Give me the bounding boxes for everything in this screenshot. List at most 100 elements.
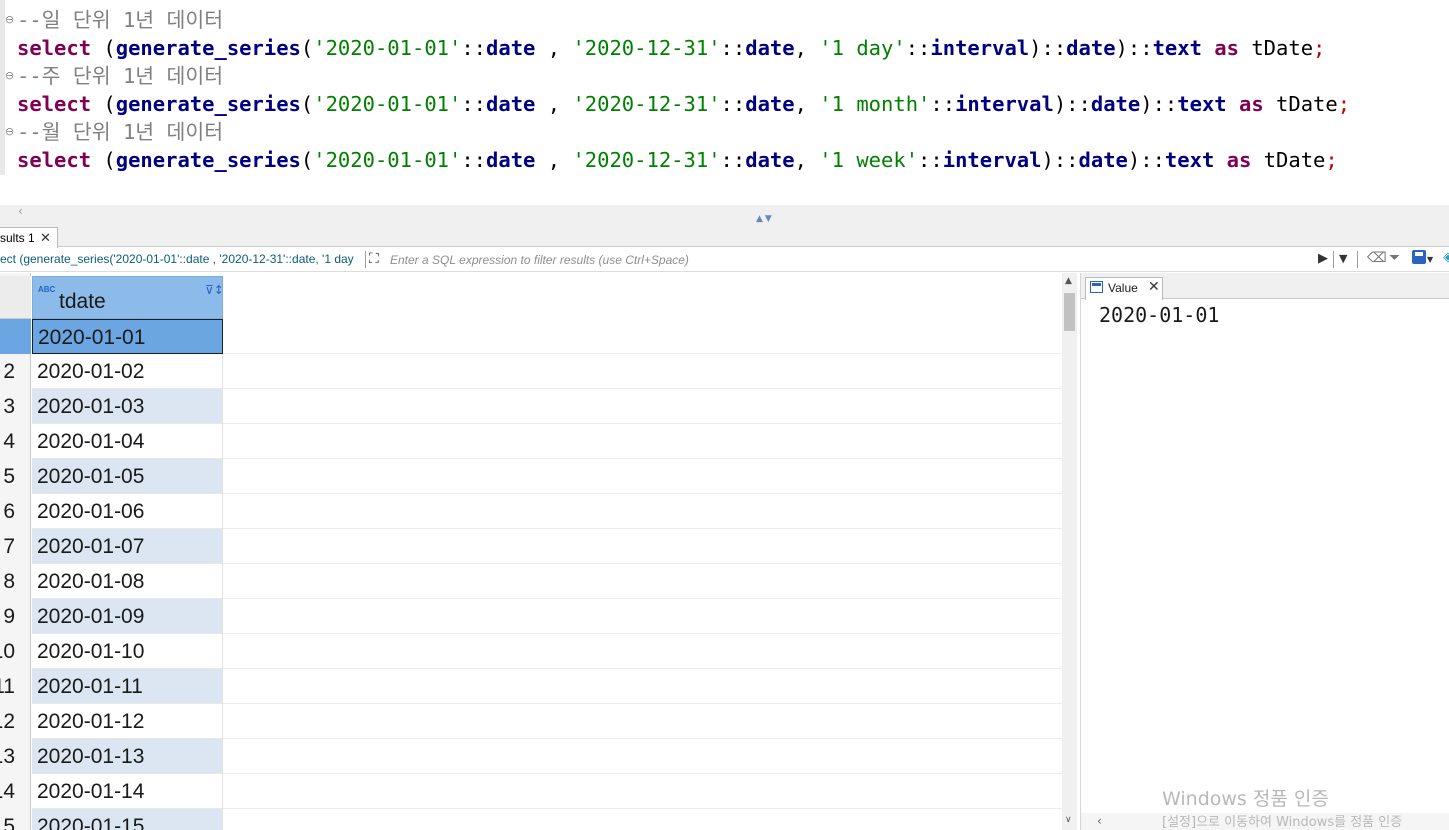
empty-grid-area <box>223 774 1062 809</box>
table-row[interactable]: 9 2020-01-09 <box>0 599 1062 634</box>
row-number[interactable]: 15 <box>0 809 31 830</box>
table-cell-tdate[interactable]: 2020-01-07 <box>32 529 223 564</box>
sql-comment-line[interactable]: --월 단위 1년 데이터 <box>17 118 223 146</box>
table-row[interactable]: 4 2020-01-04 <box>0 424 1062 459</box>
table-row[interactable]: 2020-01-01 <box>0 319 1062 354</box>
table-cell-tdate[interactable]: 2020-01-08 <box>32 564 223 599</box>
table-row[interactable]: 3 2020-01-03 <box>0 389 1062 424</box>
table-row[interactable]: 112020-01-11 <box>0 669 1062 704</box>
row-number[interactable]: 2 <box>0 354 31 389</box>
empty-grid-area <box>223 459 1062 494</box>
table-row[interactable]: 102020-01-10 <box>0 634 1062 669</box>
table-cell-tdate[interactable]: 2020-01-05 <box>32 459 223 494</box>
table-cell-tdate[interactable]: 2020-01-02 <box>32 354 223 389</box>
table-row[interactable]: 132020-01-13 <box>0 739 1062 774</box>
expand-icon[interactable]: ⛶ <box>369 250 385 268</box>
table-row[interactable]: 122020-01-12 <box>0 704 1062 739</box>
row-number[interactable]: 4 <box>0 424 31 459</box>
results-tabbar: sults 1 ✕ <box>0 227 1449 248</box>
sql-comment-line[interactable]: --주 단위 1년 데이터 <box>17 62 223 90</box>
code-token: date <box>486 148 536 172</box>
save-icon[interactable] <box>1412 250 1426 264</box>
sql-statement-line[interactable]: select (generate_series('2020-01-01'::da… <box>17 90 1350 118</box>
maximize-restore-icon[interactable]: ▲▼ <box>756 214 774 224</box>
row-number[interactable]: 8 <box>0 564 31 599</box>
code-token: :: <box>918 148 943 172</box>
code-token: select <box>17 92 92 116</box>
table-cell-tdate[interactable]: 2020-01-04 <box>32 424 223 459</box>
sql-statement-line[interactable]: select (generate_series('2020-01-01'::da… <box>17 146 1338 174</box>
sql-statement-line[interactable]: select (generate_series('2020-01-01'::da… <box>17 34 1325 62</box>
code-token: ):: <box>1115 36 1153 60</box>
tab-value-label: Value <box>1108 281 1138 295</box>
table-cell-tdate[interactable]: 2020-01-12 <box>32 704 223 739</box>
table-cell-tdate[interactable]: 2020-01-06 <box>32 494 223 529</box>
table-row[interactable]: 2 2020-01-02 <box>0 354 1062 389</box>
play-icon[interactable]: ▶ <box>1318 251 1328 266</box>
table-row[interactable]: 5 2020-01-05 <box>0 459 1062 494</box>
code-token: generate_series <box>115 36 301 60</box>
scrollbar-thumb[interactable] <box>1064 293 1075 331</box>
table-cell-tdate[interactable]: 2020-01-15 <box>32 809 223 830</box>
table-cell-tdate[interactable]: 2020-01-09 <box>32 599 223 634</box>
row-number[interactable]: 3 <box>0 389 31 424</box>
close-icon[interactable]: ✕ <box>1148 279 1160 295</box>
scroll-down-icon[interactable]: ∨ <box>1065 815 1072 825</box>
row-number[interactable]: 6 <box>0 494 31 529</box>
row-number[interactable]: 9 <box>0 599 31 634</box>
column-header-tdate[interactable]: ABC tdate ⊽↕ <box>32 276 224 319</box>
text-type-icon: ABC <box>38 285 56 294</box>
eraser-icon[interactable]: ⌫ <box>1367 250 1387 266</box>
tab-results-1[interactable]: sults 1 ✕ <box>0 227 58 248</box>
table-cell-tdate[interactable]: 2020-01-10 <box>32 634 223 669</box>
table-cell-tdate[interactable]: 2020-01-03 <box>32 389 223 424</box>
code-token: date <box>486 92 536 116</box>
tab-value[interactable]: Value ✕ <box>1085 277 1163 300</box>
filter-input[interactable] <box>390 251 1310 269</box>
funnel-icon[interactable]: ⏷ <box>1389 250 1400 266</box>
editor-hscroll-left-icon[interactable]: ‹ <box>18 204 23 218</box>
grid-vertical-scrollbar[interactable]: ▲ ∨ <box>1062 273 1077 830</box>
code-token: ; <box>1337 92 1351 116</box>
table-cell-tdate[interactable]: 2020-01-14 <box>32 774 223 809</box>
row-number[interactable]: 10 <box>0 634 31 669</box>
row-number[interactable]: 11 <box>0 669 31 704</box>
row-number[interactable] <box>0 319 31 354</box>
sql-editor[interactable]: --일 단위 1년 데이터 select (generate_series('20… <box>0 0 1449 217</box>
table-row[interactable]: 142020-01-14 <box>0 774 1062 809</box>
value-content[interactable]: 2020-01-01 <box>1099 303 1219 327</box>
table-row[interactable]: 7 2020-01-07 <box>0 529 1062 564</box>
fold-toggle-icon[interactable]: ⊖ <box>5 118 14 146</box>
divider <box>1357 251 1358 268</box>
code-token: interval <box>930 36 1030 60</box>
row-number[interactable]: 14 <box>0 774 31 809</box>
code-token: date <box>745 36 795 60</box>
table-cell-tdate[interactable]: 2020-01-01 <box>32 319 223 354</box>
scroll-up-icon[interactable]: ▲ <box>1065 276 1072 286</box>
results-grid[interactable]: ABC tdate ⊽↕ 2020-01-01 2 2020-01-02 3 2020-… <box>0 273 1062 830</box>
history-dropdown-icon[interactable]: ▼ <box>1339 252 1347 265</box>
row-number[interactable]: 13 <box>0 739 31 774</box>
sort-filter-icon[interactable]: ⊽↕ <box>205 283 224 297</box>
grid-corner[interactable] <box>0 276 31 319</box>
code-token: tDate <box>1251 148 1326 172</box>
table-cell-tdate[interactable]: 2020-01-13 <box>32 739 223 774</box>
panel-splitter[interactable]: ‹ ▲▼ <box>0 204 1449 227</box>
table-row[interactable]: 152020-01-15 <box>0 809 1062 830</box>
row-number[interactable]: 7 <box>0 529 31 564</box>
table-row[interactable]: 8 2020-01-08 <box>0 564 1062 599</box>
value-panel: Value ✕ 2020-01-01 ‹ <box>1080 273 1449 830</box>
table-cell-tdate[interactable]: 2020-01-11 <box>32 669 223 704</box>
fold-toggle-icon[interactable]: ⊖ <box>5 6 14 34</box>
scroll-left-icon[interactable]: ‹ <box>1097 814 1102 828</box>
more-icon[interactable]: ◈ <box>1443 250 1449 265</box>
table-row[interactable]: 6 2020-01-06 <box>0 494 1062 529</box>
close-icon[interactable]: ✕ <box>40 229 51 247</box>
save-dropdown-icon[interactable]: ▼ <box>1427 255 1433 264</box>
sql-comment-line[interactable]: --일 단위 1년 데이터 <box>17 6 223 34</box>
row-number[interactable]: 5 <box>0 459 31 494</box>
fold-toggle-icon[interactable]: ⊖ <box>5 62 14 90</box>
row-number[interactable]: 12 <box>0 704 31 739</box>
code-token: ( <box>300 92 314 116</box>
